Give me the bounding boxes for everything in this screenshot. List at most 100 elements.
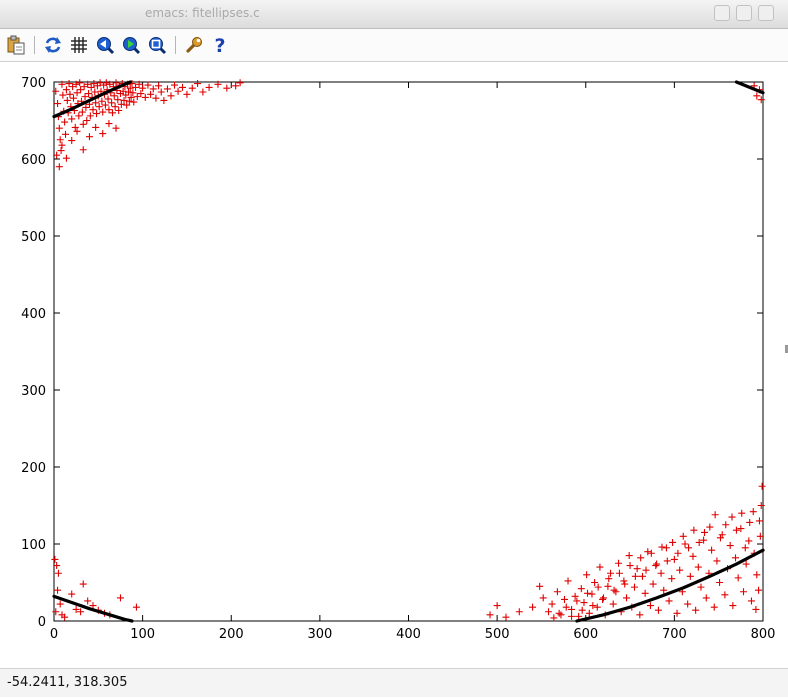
- scatter-chart[interactable]: 0 100 200 300 400 500 600 700 800 0 100 200 300 400 50…: [0, 62, 788, 665]
- data-point: [137, 90, 145, 98]
- data-point: [502, 613, 510, 621]
- grid-button[interactable]: [69, 35, 89, 55]
- autoscale-button[interactable]: [147, 35, 167, 55]
- data-point: [78, 108, 86, 116]
- data-point: [52, 87, 60, 95]
- data-point: [641, 589, 649, 597]
- data-point: [653, 560, 661, 568]
- data-point: [745, 537, 753, 545]
- data-point: [758, 482, 766, 490]
- data-point: [702, 594, 710, 602]
- data-point: [589, 602, 597, 610]
- y-tick-label: 700: [21, 76, 46, 91]
- data-point: [638, 572, 646, 580]
- close-button[interactable]: [758, 5, 774, 21]
- data-point: [631, 572, 639, 580]
- grid-icon: [71, 37, 87, 53]
- data-point: [52, 608, 60, 616]
- data-point: [642, 566, 650, 574]
- data-point: [578, 606, 586, 614]
- data-point: [62, 86, 70, 94]
- copy-to-clipboard-button[interactable]: [6, 35, 26, 55]
- maximize-button[interactable]: [736, 5, 752, 21]
- settings-button[interactable]: [184, 35, 204, 55]
- data-point: [697, 583, 705, 591]
- data-point: [726, 542, 734, 550]
- window-title: emacs: fitellipses.c: [145, 6, 260, 20]
- data-point: [757, 502, 765, 509]
- y-tick-label: 100: [21, 538, 46, 553]
- data-point: [607, 569, 615, 577]
- data-point: [199, 88, 207, 96]
- data-point: [752, 605, 760, 613]
- data-point: [62, 154, 70, 162]
- data-point: [663, 557, 671, 565]
- data-point: [63, 96, 71, 104]
- data-point: [116, 594, 124, 602]
- data-point: [54, 569, 62, 577]
- data-point: [51, 555, 59, 563]
- data-point: [734, 574, 742, 582]
- data-point: [194, 80, 202, 88]
- minimize-button[interactable]: [714, 5, 730, 21]
- data-point: [646, 602, 654, 610]
- data-point: [99, 108, 107, 116]
- data-point: [694, 563, 702, 571]
- data-point: [649, 580, 657, 588]
- data-point: [132, 603, 140, 611]
- status-bar: -54.2411, 318.305: [0, 668, 788, 697]
- data-point: [652, 562, 660, 570]
- data-point: [536, 582, 544, 590]
- data-point: [58, 141, 66, 149]
- data-point: [615, 559, 623, 567]
- next-zoom-icon: [123, 37, 141, 55]
- data-point: [591, 579, 599, 586]
- plot-toolbar: ?: [0, 29, 788, 62]
- data-point: [610, 586, 618, 594]
- y-tick-label: 300: [21, 384, 46, 399]
- data-point: [625, 552, 633, 560]
- data-point: [665, 597, 673, 605]
- plot-area[interactable]: 0 100 200 300 400 500 600 700 800 0 100 200 300 400 50…: [0, 62, 788, 665]
- y-tick-label: 400: [21, 307, 46, 322]
- data-point: [747, 597, 755, 605]
- data-point: [571, 592, 579, 600]
- data-point: [69, 94, 77, 102]
- data-point: [105, 106, 113, 114]
- x-tick-label: 800: [751, 627, 776, 642]
- data-point: [689, 552, 697, 560]
- data-point: [580, 599, 588, 607]
- data-point: [676, 566, 684, 574]
- data-point: [679, 532, 687, 540]
- data-point: [701, 528, 709, 536]
- help-button[interactable]: ?: [210, 35, 230, 55]
- data-point: [76, 79, 84, 87]
- data-point: [630, 583, 638, 591]
- data-point: [711, 511, 719, 519]
- data-point: [85, 90, 93, 98]
- data-point: [59, 91, 67, 99]
- data-point: [557, 611, 565, 619]
- data-point: [54, 100, 62, 108]
- replot-button[interactable]: [43, 35, 63, 55]
- data-point: [515, 608, 523, 616]
- x-tick-label: 400: [396, 627, 421, 642]
- previous-zoom-button[interactable]: [95, 35, 115, 55]
- data-point: [144, 81, 152, 89]
- data-point: [553, 588, 561, 596]
- data-point: [728, 513, 736, 521]
- help-icon: ?: [214, 35, 225, 55]
- autoscale-icon: [149, 37, 167, 55]
- data-point: [577, 585, 585, 593]
- data-point: [668, 575, 676, 583]
- data-point: [62, 130, 70, 138]
- data-point: [718, 531, 726, 539]
- y-tick-label: 500: [21, 230, 46, 245]
- svg-text:?: ?: [214, 35, 225, 55]
- window-titlebar: emacs: fitellipses.c: [0, 0, 788, 29]
- data-point: [732, 554, 740, 562]
- data-point: [710, 603, 718, 611]
- next-zoom-button[interactable]: [121, 35, 141, 55]
- data-point: [539, 594, 547, 602]
- data-point: [706, 523, 714, 531]
